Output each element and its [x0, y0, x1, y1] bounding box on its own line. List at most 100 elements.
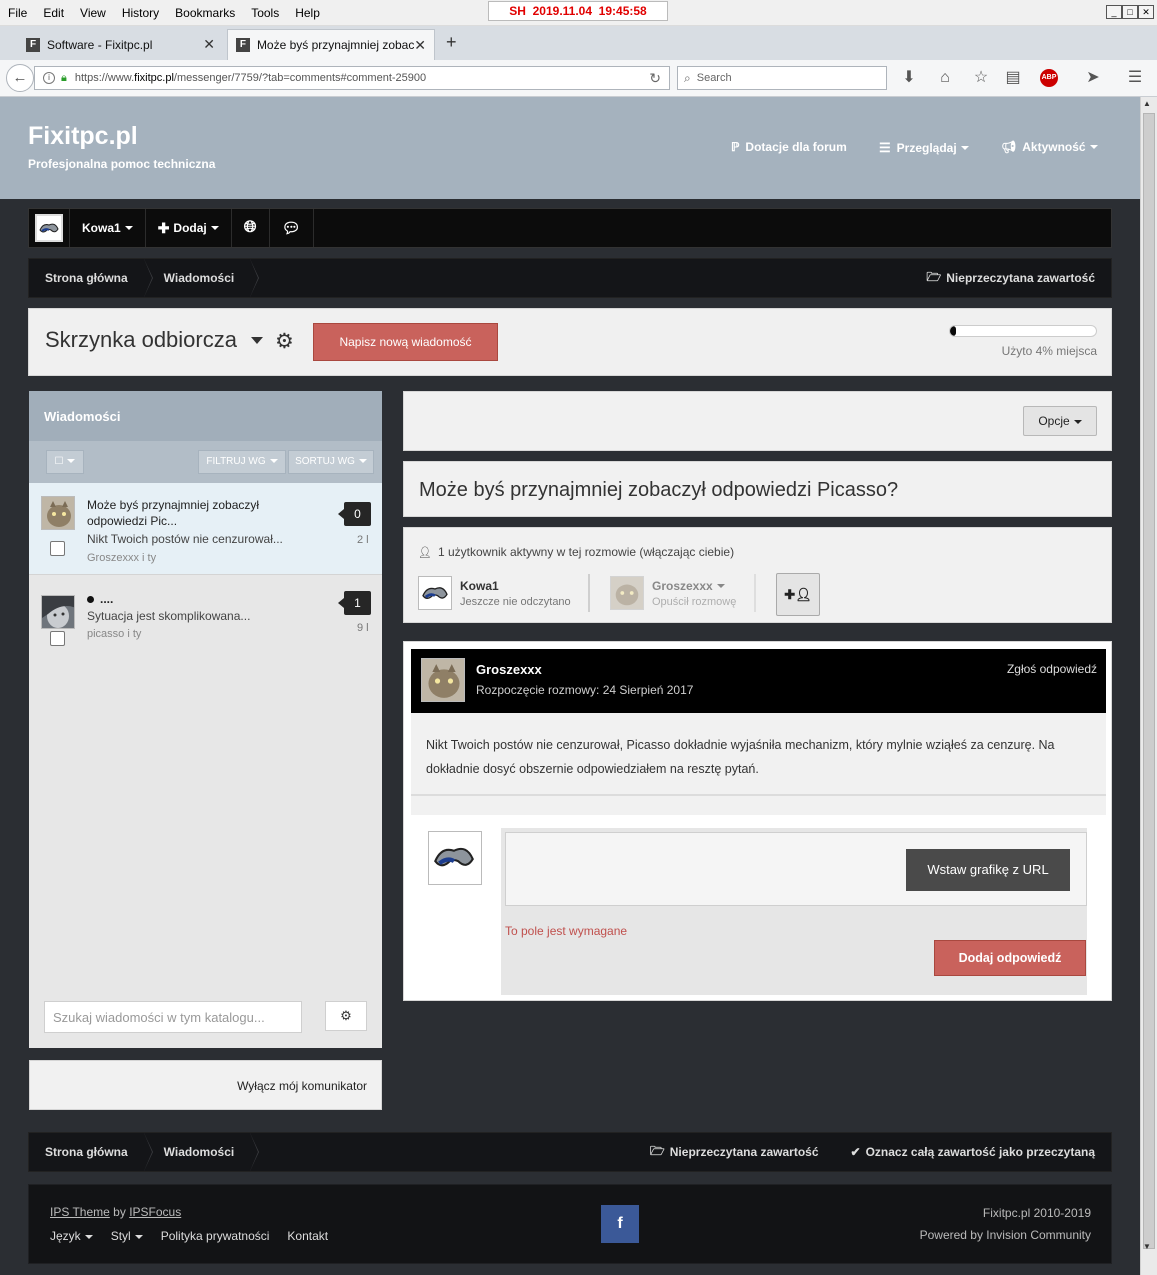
close-window-button[interactable]: ✕ — [1138, 5, 1154, 19]
style-menu[interactable]: Styl — [111, 1229, 143, 1243]
search-settings-gear-icon[interactable]: ⚙ — [325, 1001, 367, 1031]
insert-image-url-button[interactable]: Wstaw grafikę z URL — [906, 849, 1070, 891]
adblock-icon[interactable]: ABP — [1036, 67, 1062, 89]
menu-edit[interactable]: Edit — [43, 6, 64, 20]
close-icon[interactable]: ✕ — [414, 37, 426, 54]
theme-author-link[interactable]: IPSFocus — [129, 1205, 181, 1219]
list-item[interactable]: .... Sytuacja jest skomplikowana... pica… — [29, 581, 382, 673]
scroll-up-icon[interactable]: ▲ — [1143, 99, 1151, 108]
globe-icon[interactable]: 🌐︎ — [232, 209, 270, 247]
reply-input[interactable]: Wstaw grafikę z URL — [505, 832, 1087, 906]
powered-by-text[interactable]: Powered by Invision Community — [920, 1228, 1091, 1242]
menu-bookmarks[interactable]: Bookmarks — [175, 6, 235, 20]
nav-activity[interactable]: 📢︎ Aktywność — [1001, 140, 1098, 154]
menu-view[interactable]: View — [80, 6, 106, 20]
breadcrumb: Strona główna Wiadomości 🗁︎ Nieprzeczyta… — [28, 1132, 1112, 1172]
menu-file[interactable]: File — [8, 6, 27, 20]
messages-search-input[interactable]: Szukaj wiadomości w tym katalogu... — [44, 1001, 302, 1033]
messages-panel: Wiadomości ☐ FILTRUJ WG SORTUJ WG Może b… — [29, 391, 382, 1048]
unread-content-link[interactable]: 🗁︎ Nieprzeczytana zawartość — [926, 268, 1095, 289]
info-icon[interactable]: i — [43, 72, 55, 84]
message-time: 2 l — [357, 534, 369, 546]
avatar[interactable] — [421, 658, 465, 702]
privacy-link[interactable]: Polityka prywatności — [161, 1229, 270, 1243]
report-post-link[interactable]: Zgłoś odpowiedź — [1007, 662, 1097, 676]
back-arrow-icon[interactable]: ← — [6, 64, 34, 92]
menu-history[interactable]: History — [122, 6, 159, 20]
tab-label: Może byś przynajmniej zobac... — [256, 38, 415, 52]
facebook-icon[interactable]: f — [601, 1205, 639, 1243]
tab-conversation[interactable]: F Może byś przynajmniej zobac... ✕ — [227, 29, 435, 60]
options-button[interactable]: Opcje — [1023, 406, 1097, 436]
breadcrumb-messages[interactable]: Wiadomości — [144, 259, 259, 297]
add-participant-button[interactable]: ✚👤︎ — [776, 573, 820, 616]
nav-browse[interactable]: ☰ Przeglądaj — [879, 140, 969, 156]
folder-open-icon: 🗁︎ — [926, 269, 942, 284]
folder-open-icon: 🗁︎ — [649, 1143, 665, 1158]
scroll-down-icon[interactable]: ▼ — [1143, 1242, 1151, 1251]
send-icon[interactable]: ➤ — [1082, 67, 1104, 89]
add-menu[interactable]: ✚ Dodaj — [146, 209, 232, 247]
new-tab-plus-icon[interactable]: + — [446, 32, 457, 53]
message-checkbox[interactable] — [50, 631, 65, 646]
theme-link[interactable]: IPS Theme — [50, 1205, 110, 1219]
participant-kowa1[interactable]: Kowa1 Jeszcze nie odczytano — [418, 574, 590, 612]
message-participants: picasso i ty — [87, 628, 142, 640]
post-card: Groszexxx Rozpoczęcie rozmowy: 24 Sierpi… — [403, 641, 1112, 1001]
participant-status: Jeszcze nie odczytano — [460, 595, 571, 608]
url-bar[interactable]: i 🔒︎ https://www.fixitpc.pl/messenger/77… — [34, 66, 670, 90]
gear-icon[interactable]: ⚙ — [275, 329, 294, 354]
user-avatar-item[interactable] — [29, 209, 70, 247]
tab-software[interactable]: F Software - Fixitpc.pl ✕ — [18, 29, 223, 60]
site-title[interactable]: Fixitpc.pl — [28, 122, 138, 151]
close-icon[interactable]: ✕ — [203, 36, 215, 53]
language-menu[interactable]: Język — [50, 1229, 93, 1243]
contact-link[interactable]: Kontakt — [287, 1229, 328, 1243]
breadcrumb-home[interactable]: Strona główna — [29, 259, 153, 297]
caret-down-icon — [1073, 419, 1082, 424]
reload-icon[interactable]: ↻ — [649, 70, 661, 87]
download-icon[interactable]: ⬇ — [898, 67, 920, 89]
disable-messenger-link[interactable]: Wyłącz mój komunikator — [237, 1079, 367, 1093]
message-checkbox[interactable] — [50, 541, 65, 556]
browser-tabbar: F Software - Fixitpc.pl ✕ F Może byś prz… — [0, 26, 1157, 60]
breadcrumb-home[interactable]: Strona główna — [29, 1133, 153, 1171]
reading-list-icon[interactable]: ▤ — [1002, 67, 1024, 89]
nav-donate[interactable]: ℙ Dotacje dla forum — [731, 140, 847, 154]
browser-search-input[interactable]: ⌕ Search — [677, 66, 887, 90]
minimize-button[interactable]: _ — [1106, 5, 1122, 19]
quota-text: Użyto 4% miejsca — [1001, 344, 1097, 358]
caret-down-icon — [124, 226, 133, 230]
user-icon: 👤︎ — [418, 546, 432, 559]
reply-editor: Wstaw grafikę z URL To pole jest wymagan… — [501, 828, 1087, 995]
menu-tools[interactable]: Tools — [251, 6, 279, 20]
caret-down-icon — [134, 1234, 143, 1239]
scroll-thumb[interactable] — [1143, 113, 1155, 1249]
user-menu[interactable]: Kowa1 — [70, 209, 146, 247]
post-body: Nikt Twoich postów nie cenzurował, Picas… — [426, 738, 1055, 776]
submit-reply-button[interactable]: Dodaj odpowiedź — [934, 940, 1086, 976]
home-icon[interactable]: ⌂ — [934, 67, 956, 89]
page-scrollbar[interactable]: ▲ ▼ — [1140, 97, 1157, 1275]
chat-bubbles-icon[interactable]: 💬︎ — [270, 209, 314, 247]
inbox-title-dropdown[interactable]: Skrzynka odbiorcza — [45, 327, 263, 353]
mark-all-read-link[interactable]: ✔ Oznacz całą zawartość jako przeczytaną — [851, 1145, 1096, 1159]
message-subject-row[interactable]: .... — [87, 591, 307, 607]
avatar — [418, 576, 452, 610]
unread-content-link[interactable]: 🗁︎ Nieprzeczytana zawartość — [650, 1142, 819, 1163]
megaphone-icon: 📢︎ — [1001, 140, 1017, 154]
list-item[interactable]: Może byś przynajmniej zobaczył odpowiedz… — [29, 483, 382, 575]
select-all-checkbox-dropdown[interactable]: ☐ — [46, 450, 84, 474]
participant-groszexxx[interactable]: Groszexxx Opuścił rozmowę — [610, 574, 756, 612]
post-author[interactable]: Groszexxx — [476, 662, 542, 677]
required-field-error: To pole jest wymagane — [505, 924, 628, 938]
bookmark-star-icon[interactable]: ☆ — [970, 67, 992, 89]
hamburger-menu-icon[interactable]: ☰ — [1124, 67, 1146, 89]
filter-dropdown[interactable]: FILTRUJ WG — [198, 450, 286, 474]
new-message-button[interactable]: Napisz nową wiadomość — [313, 323, 498, 361]
maximize-button[interactable]: □ — [1122, 5, 1138, 19]
sort-dropdown[interactable]: SORTUJ WG — [288, 450, 374, 474]
menu-help[interactable]: Help — [295, 6, 320, 20]
breadcrumb-messages[interactable]: Wiadomości — [144, 1133, 259, 1171]
message-subject[interactable]: Może byś przynajmniej zobaczył odpowiedz… — [87, 497, 307, 529]
